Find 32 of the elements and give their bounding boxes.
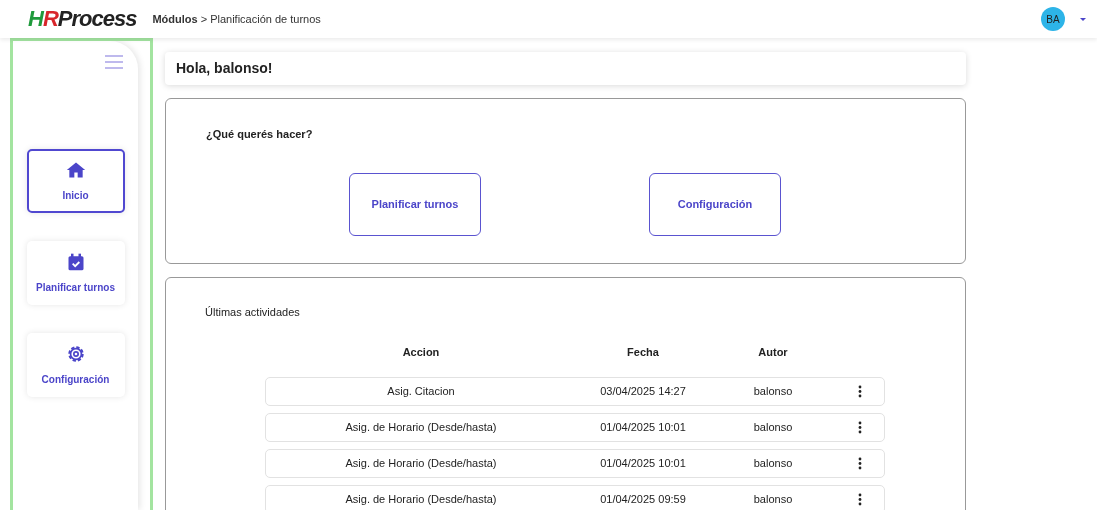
greeting-heading: Hola, balonso! — [165, 52, 966, 85]
breadcrumb: Módulos > Planificación de turnos — [152, 11, 321, 27]
user-avatar[interactable]: BA — [1041, 7, 1065, 31]
table-cell-text: Asig. de Horario (Desde/hasta) — [344, 419, 498, 435]
table-cell-text: balonso — [752, 383, 794, 399]
section-title: ¿Qué querés hacer? — [206, 127, 314, 143]
table-cell-text: balonso — [752, 491, 794, 507]
table-cell-text: balonso — [752, 419, 794, 435]
column-header: Accion — [401, 345, 441, 361]
more-options-icon[interactable] — [858, 420, 862, 434]
column-header: Autor — [757, 345, 789, 361]
more-options-icon[interactable] — [858, 384, 862, 398]
section-title: Últimas actividades — [205, 305, 301, 320]
more-options-icon[interactable] — [858, 492, 862, 506]
table-cell-text: Asig. de Horario (Desde/hasta) — [344, 491, 498, 507]
action-button[interactable]: Configuración — [649, 172, 781, 236]
gear-icon — [65, 343, 86, 364]
table-cell-text: 01/04/2025 09:59 — [599, 491, 687, 507]
table-cell-text: 01/04/2025 10:01 — [599, 455, 687, 471]
table-cell-text: Asig. Citacion — [386, 383, 456, 399]
table-cell-text: Asig. de Horario (Desde/hasta) — [344, 455, 498, 471]
logo: HRProcess — [28, 8, 137, 30]
column-header: Fecha — [626, 345, 660, 361]
sidebar-item[interactable]: Configuración — [26, 333, 125, 397]
sidebar-item[interactable]: Inicio — [26, 149, 125, 213]
action-button[interactable]: Planificar turnos — [349, 172, 481, 236]
more-options-icon[interactable] — [858, 456, 862, 470]
table-cell-text: 01/04/2025 10:01 — [599, 419, 687, 435]
sidebar-item[interactable]: Planificar turnos — [26, 241, 125, 305]
table-cell-text: balonso — [752, 455, 794, 471]
caret-icon[interactable] — [1079, 15, 1087, 23]
table-cell-text: 03/04/2025 14:27 — [599, 383, 687, 399]
